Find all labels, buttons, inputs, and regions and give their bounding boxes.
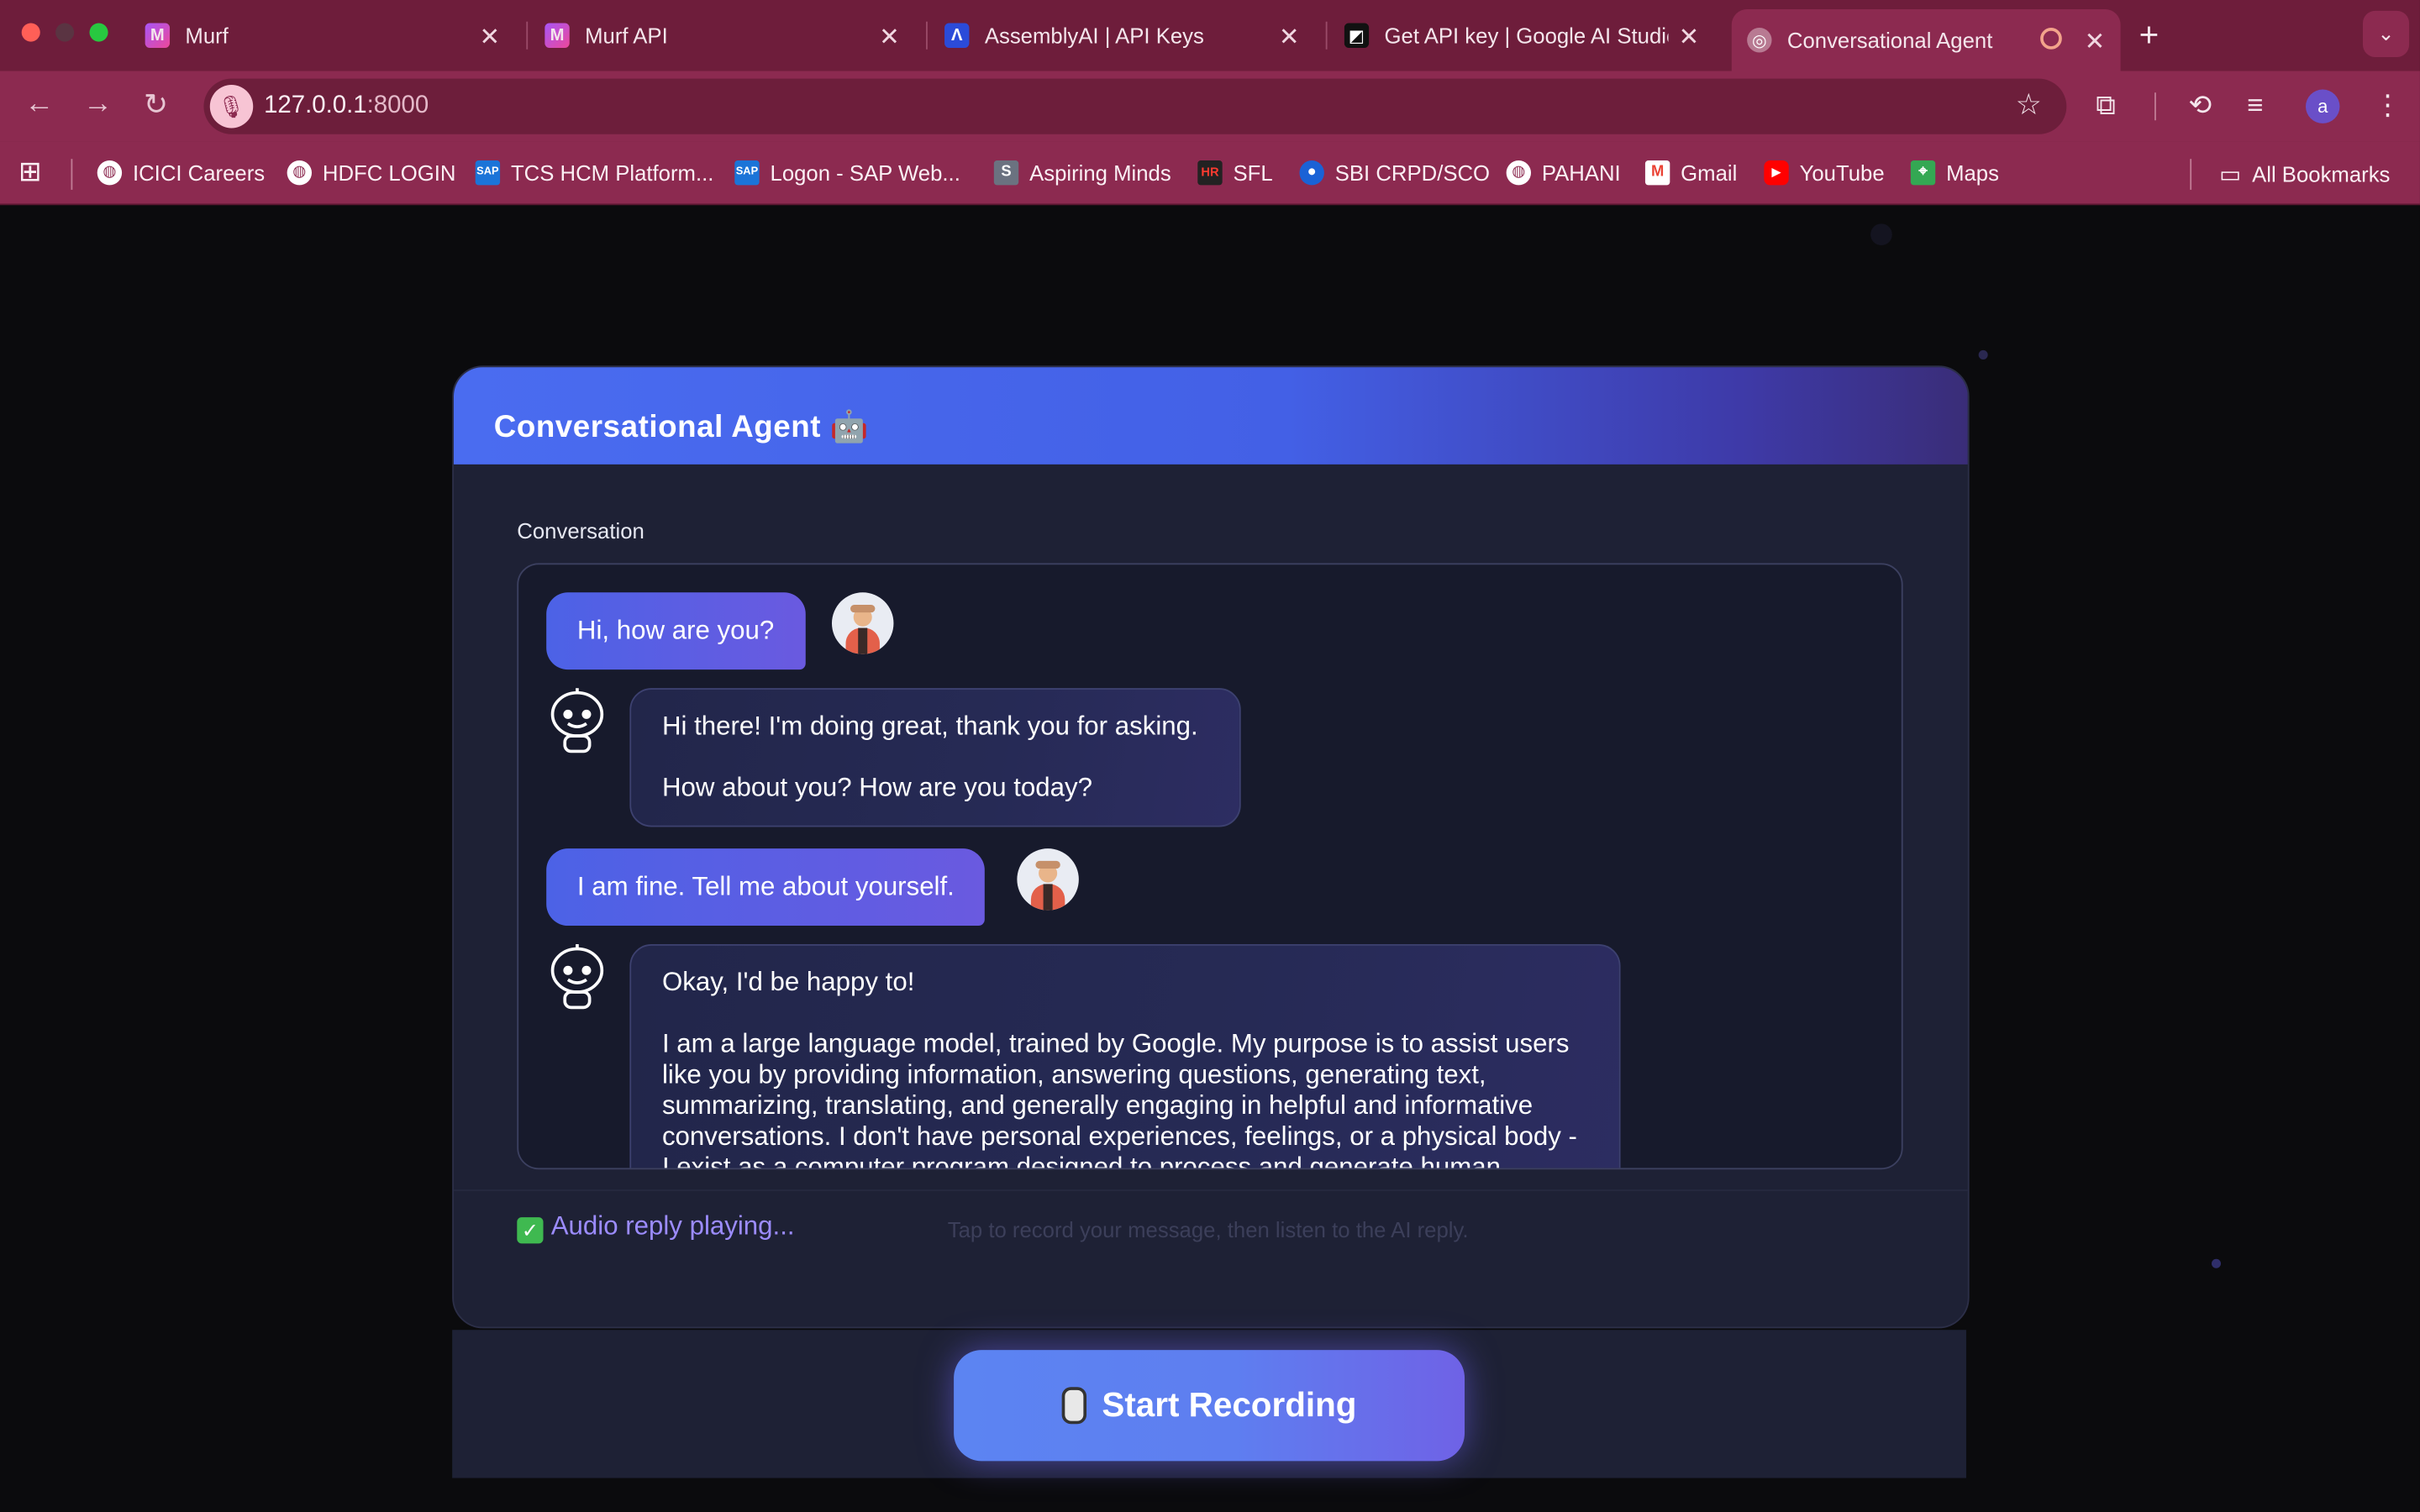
tab-conversational-agent[interactable]: ◎ Conversational Agent ✕ (1731, 9, 2121, 71)
url-text: 127.0.0.1:8000 (264, 92, 429, 119)
microphone-icon (1061, 1387, 1087, 1425)
bookmark-youtube[interactable]: ▶ YouTube (1764, 160, 1885, 186)
forward-icon[interactable]: → (83, 88, 113, 122)
bookmark-pahani[interactable]: ◍ PAHANI (1506, 160, 1621, 186)
media-control-icon[interactable]: ≡ (2247, 90, 2263, 123)
profile-avatar[interactable]: a (2306, 89, 2340, 123)
microphone-icon[interactable]: 🎙 (209, 85, 254, 129)
user-avatar (831, 592, 894, 654)
conversation-panel[interactable]: Hi, how are you? Hi there! I'm doing gre… (517, 563, 1903, 1170)
user-message: Hi, how are you? (546, 592, 805, 670)
agent-card: Conversational Agent 🤖 Conversation Hi, … (452, 365, 1970, 1329)
user-message: I am fine. Tell me about yourself. (546, 848, 986, 927)
status-text: Audio reply playing... (550, 1210, 795, 1241)
bookmark-star-icon[interactable]: ☆ (2016, 88, 2042, 123)
maps-logo-icon: ⌖ (1910, 160, 1936, 186)
apps-grid-icon[interactable]: ⊞ (18, 156, 42, 189)
audio-playing-icon[interactable] (2040, 28, 2062, 50)
card-footer: Start Recording (452, 1330, 1966, 1478)
globe-icon: ◎ (1747, 28, 1772, 53)
toolbar-divider (2154, 92, 2156, 121)
all-bookmarks-button[interactable]: ▭ All Bookmarks (2219, 160, 2390, 188)
bot-message: Hi there! I'm doing great, thank you for… (629, 688, 1241, 827)
tab-title: AssemblyAI | API Keys (984, 23, 1204, 48)
status-indicator: ✓ Audio reply playing... (517, 1210, 795, 1244)
sap-logo-icon: SAP (475, 160, 501, 186)
check-icon: ✓ (517, 1217, 544, 1244)
aspiring-minds-logo-icon: S (993, 160, 1019, 186)
performance-icon[interactable]: ⟲ (2188, 90, 2212, 123)
extensions-icon[interactable]: ⧉ (2096, 90, 2116, 123)
tab-divider (926, 21, 928, 50)
bookmark-tcs-hcm[interactable]: SAP TCS HCM Platform... (475, 160, 713, 186)
bot-message: Okay, I'd be happy to! I am a large lang… (629, 944, 1621, 1170)
tab-divider (1325, 21, 1328, 50)
maximize-window-button[interactable] (89, 23, 108, 42)
decorative-dot (1978, 349, 1988, 360)
globe-icon: ◍ (287, 160, 313, 186)
sbi-logo-icon: ● (1299, 160, 1324, 186)
bookmark-gmail[interactable]: M Gmail (1644, 160, 1737, 186)
tab-murf-api[interactable]: M Murf API ✕ (544, 13, 915, 59)
decorative-dot (2211, 1258, 2222, 1268)
assemblyai-logo-icon: Λ (944, 23, 970, 48)
globe-icon: ◍ (97, 160, 123, 186)
tab-search-button[interactable]: ⌄ (2362, 10, 2410, 57)
new-tab-button[interactable]: + (2139, 15, 2160, 55)
tab-google-ai-studio[interactable]: ◩ Get API key | Google AI Studio ✕ (1344, 13, 1715, 59)
tab-title: Conversational Agent (1786, 28, 1993, 53)
close-icon[interactable]: ✕ (2085, 26, 2106, 57)
bookmarks-divider (2190, 159, 2192, 190)
tab-title: Get API key | Google AI Studio (1384, 23, 1669, 48)
start-recording-button[interactable]: Start Recording (954, 1350, 1465, 1462)
bookmark-sap-logon[interactable]: SAP Logon - SAP Web... (734, 160, 960, 186)
murf-logo-icon: M (544, 23, 570, 48)
bookmarks-bar: ⊞ ◍ ICICI Careers ◍ HDFC LOGIN SAP TCS HCM … (0, 141, 2420, 206)
sfl-logo-icon: HR (1197, 160, 1223, 186)
status-divider (453, 1189, 1968, 1191)
bookmark-icici-careers[interactable]: ◍ ICICI Careers (97, 160, 265, 186)
page-title: Conversational Agent 🤖 (493, 410, 870, 444)
reload-icon[interactable]: ↻ (144, 88, 168, 123)
card-header: Conversational Agent 🤖 (453, 367, 1968, 465)
sap-logo-icon: SAP (734, 160, 760, 186)
tab-assemblyai[interactable]: Λ AssemblyAI | API Keys ✕ (944, 13, 1315, 59)
close-icon[interactable]: ✕ (1679, 22, 1700, 53)
close-icon[interactable]: ✕ (1279, 22, 1300, 53)
address-bar[interactable]: 🎙 127.0.0.1:8000 ☆ (203, 78, 2067, 134)
bot-message-text: Hi there! I'm doing great, thank you for… (661, 711, 1198, 803)
tab-murf[interactable]: M Murf ✕ (145, 13, 516, 59)
back-icon[interactable]: ← (24, 88, 54, 122)
close-window-button[interactable] (21, 23, 40, 42)
google-ai-studio-logo-icon: ◩ (1344, 23, 1370, 48)
bookmark-aspiring-minds[interactable]: S Aspiring Minds (993, 160, 1171, 186)
bookmark-hdfc-login[interactable]: ◍ HDFC LOGIN (287, 160, 455, 186)
tab-title: Murf (185, 23, 229, 48)
murf-logo-icon: M (145, 23, 171, 48)
bookmarks-divider (71, 159, 73, 190)
bookmark-sfl[interactable]: HR SFL (1197, 160, 1273, 186)
tab-strip: M Murf ✕ M Murf API ✕ Λ AssemblyAI | API… (0, 0, 2420, 71)
user-avatar (1017, 848, 1079, 911)
close-icon[interactable]: ✕ (479, 22, 500, 53)
tab-divider (526, 21, 529, 50)
bookmark-maps[interactable]: ⌖ Maps (1910, 160, 1999, 186)
gmail-logo-icon: M (1644, 160, 1670, 186)
start-recording-label: Start Recording (1102, 1385, 1357, 1425)
bot-message-text: Okay, I'd be happy to! I am a large lang… (661, 967, 1577, 1170)
robot-avatar-icon (550, 688, 604, 753)
close-icon[interactable]: ✕ (879, 22, 900, 53)
conversation-label: Conversation (517, 518, 644, 543)
globe-icon: ◍ (1506, 160, 1532, 186)
menu-icon[interactable]: ⋮ (2374, 90, 2402, 123)
robot-avatar-icon (550, 944, 604, 1010)
tab-title: Murf API (585, 23, 668, 48)
browser-toolbar: ← → ↻ 🎙 127.0.0.1:8000 ☆ ⧉ ⟲ ≡ a ⋮ (0, 71, 2420, 142)
youtube-logo-icon: ▶ (1764, 160, 1789, 186)
bookmark-sbi[interactable]: ● SBI CRPD/SCO (1299, 160, 1490, 186)
folder-icon: ▭ (2219, 161, 2242, 189)
recording-hint: Tap to record your message, then listen … (947, 1217, 1469, 1242)
minimize-window-button[interactable] (55, 23, 75, 42)
decorative-dot (1870, 223, 1892, 246)
